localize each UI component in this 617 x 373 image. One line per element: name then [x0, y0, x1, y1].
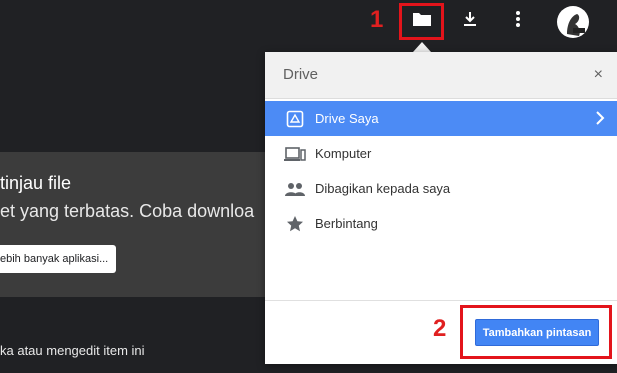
download-button[interactable] [459, 10, 481, 32]
list-item-label: Berbintang [315, 216, 378, 231]
edit-hint-text: ka atau mengedit item ini [0, 343, 145, 358]
folder-icon [412, 11, 432, 32]
drive-icon [281, 110, 309, 128]
list-item-label: Drive Saya [315, 111, 379, 126]
preview-card-subtitle: et yang terbatas. Coba downloa [0, 201, 255, 221]
more-options-button[interactable] [507, 10, 529, 32]
close-icon[interactable]: × [594, 66, 603, 84]
preview-card-title: tinjau file [0, 173, 72, 193]
download-icon [461, 10, 479, 33]
list-item-label: Dibagikan kepada saya [315, 181, 451, 196]
list-item-drive-saya[interactable]: Drive Saya [265, 101, 617, 136]
more-vert-icon [515, 10, 521, 33]
star-icon [281, 215, 309, 233]
list-item-label: Komputer [315, 146, 372, 161]
annotation-step-2: 2 [433, 315, 447, 342]
chevron-right-icon [595, 110, 605, 129]
add-to-drive-folder-button[interactable] [399, 3, 444, 40]
panel-caret [413, 42, 431, 52]
list-item-berbintang[interactable]: Berbintang [265, 206, 617, 241]
panel-header: Drive × [265, 52, 617, 99]
drive-location-list: Drive Saya Komputer Dibagikan kepada say… [265, 101, 617, 241]
shared-people-icon [281, 182, 309, 196]
more-apps-button[interactable]: ebih banyak aplikasi... [0, 245, 117, 273]
add-shortcut-button[interactable]: Tambahkan pintasan [475, 319, 599, 346]
list-item-komputer[interactable]: Komputer [265, 136, 617, 171]
list-item-dibagikan[interactable]: Dibagikan kepada saya [265, 171, 617, 206]
account-avatar[interactable] [557, 6, 589, 38]
panel-title: Drive [283, 66, 319, 83]
annotation-step-1: 1 [370, 6, 384, 33]
computer-icon [281, 146, 309, 162]
